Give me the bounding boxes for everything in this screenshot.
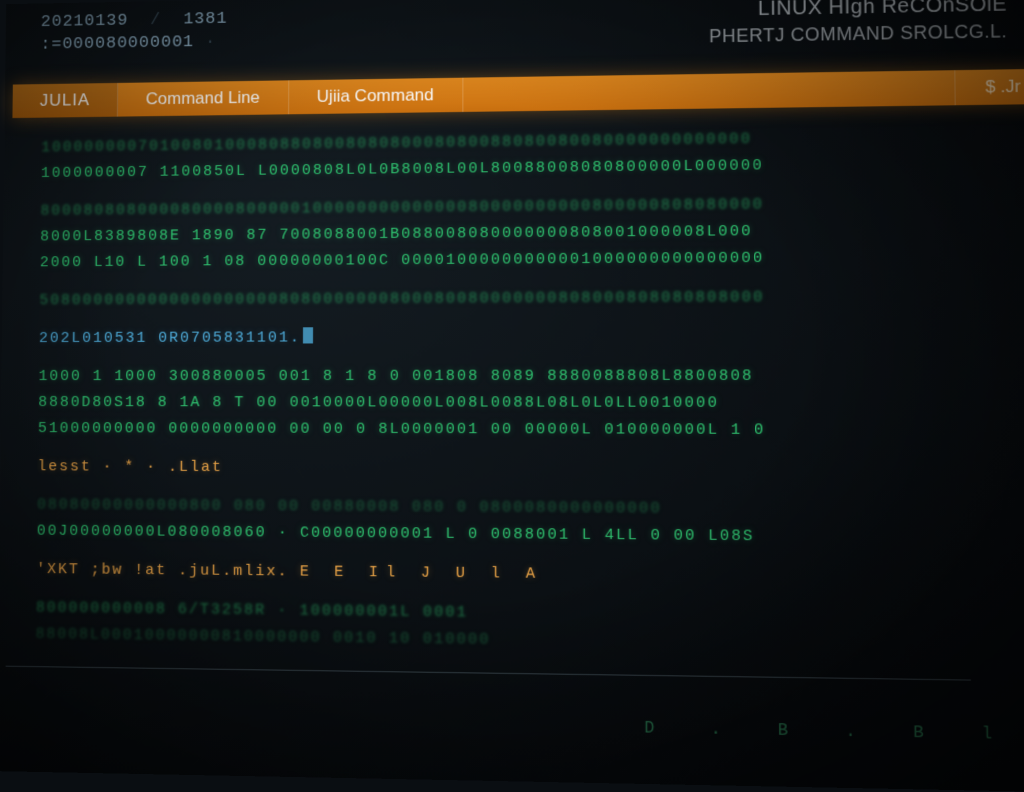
terminal-line: 5080000000000000000000808000000080008008… (39, 283, 1024, 314)
header-sep: / (139, 11, 172, 30)
header-value: 000080000001 (62, 33, 194, 54)
terminal-line: 202L010531 0R0705831101. (39, 323, 1024, 352)
header-trail: · (205, 33, 216, 52)
tab-command-line-label: Command Line (146, 88, 260, 110)
tab-command-line[interactable]: Command Line (118, 80, 289, 116)
terminal-body[interactable]: 1000000007010080100080880800808080008080… (6, 104, 1024, 662)
tab-julia[interactable]: JULIA (12, 83, 118, 118)
tab-ujiia-command[interactable]: Ujiia Command (289, 78, 463, 115)
tab-right[interactable]: $ .Jr (954, 69, 1024, 106)
terminal-line: 8880D80S18 8 1A 8 T 00 0010000L00000L008… (38, 390, 1024, 418)
terminal-screen: 20210139 / 1381 :=000080000001 · LINUX H… (0, 0, 1024, 792)
tab-ujiia-label: Ujiia Command (317, 85, 434, 107)
terminal-line: 1000 1 1000 300880005 001 8 1 8 0 001808… (38, 363, 1024, 390)
footer-glyphs: D . B . B l (644, 719, 1016, 744)
tab-right-label: $ .Jr (985, 76, 1021, 97)
window-subtitle: PHERTJ COMMAND SROLCG.L. (709, 18, 1007, 50)
tab-julia-label: JULIA (40, 90, 90, 110)
header-num-b: 1381 (183, 10, 227, 30)
window-title-block: LINUX HIgh ReCOnSOlE PHERTJ COMMAND SROL… (709, 0, 1007, 49)
divider (6, 666, 971, 681)
terminal-line (39, 350, 1024, 364)
header-prefix: := (40, 36, 62, 55)
terminal-line: 51000000000 0000000000 00 00 0 8L0000001… (38, 416, 1024, 445)
header-num-a: 20210139 (41, 12, 129, 32)
